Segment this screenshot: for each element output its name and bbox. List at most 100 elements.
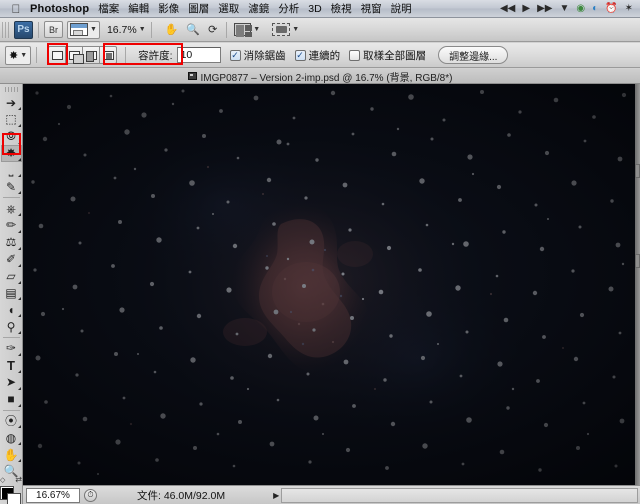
- apple-logo-icon[interactable]: : [8, 3, 24, 15]
- menu-layer[interactable]: 圖層: [188, 1, 209, 16]
- hand-tool[interactable]: ✋: [1, 446, 22, 463]
- chevron-down-icon: ▼: [20, 51, 28, 59]
- drag-grip[interactable]: [2, 21, 11, 38]
- anti-alias-checkbox[interactable]: ✓ 消除鋸齒: [229, 48, 286, 63]
- dodge-tool[interactable]: ⚲: [1, 318, 22, 335]
- chevron-down-icon[interactable]: ▼: [559, 3, 569, 14]
- zoom-percentage-field[interactable]: 16.67%: [26, 487, 80, 503]
- spot-healing-brush-tool[interactable]: ⎈: [1, 200, 22, 217]
- hand-icon[interactable]: ✋: [165, 23, 179, 36]
- menu-file[interactable]: 檔案: [98, 1, 119, 16]
- path-selection-tool[interactable]: ➤: [1, 374, 22, 391]
- astrophotography-image: [23, 84, 640, 485]
- brush-tool[interactable]: ✏: [1, 217, 22, 234]
- eraser-tool[interactable]: ▱: [1, 268, 22, 285]
- magnifier-icon[interactable]: 🔍: [186, 23, 200, 36]
- menu-status-icons: ◀◀ ▶ ▶▶ ▼ ◉ ◐ ⏰ ✶: [500, 3, 640, 14]
- pen-tool[interactable]: ✑: [1, 340, 22, 357]
- collapsed-panel-strip[interactable]: [635, 84, 640, 485]
- clock-icon[interactable]: ⏱: [84, 488, 97, 502]
- status-expand-icon[interactable]: ▶: [273, 491, 279, 500]
- contiguous-label: 連續的: [308, 49, 341, 62]
- divider: [36, 47, 38, 63]
- view-extras-icon: [70, 23, 88, 36]
- checkbox-unchecked-icon: [349, 49, 361, 61]
- photoshop-logo-icon: Ps: [14, 20, 33, 39]
- add-to-selection-button[interactable]: [65, 46, 84, 64]
- gradient-tool[interactable]: ▤: [1, 285, 22, 302]
- document-tab-title[interactable]: IMGP0877 – Version 2-imp.psd @ 16.7% (背景…: [201, 69, 453, 84]
- rotate-view-icon[interactable]: ⟳: [208, 23, 217, 36]
- new-selection-button[interactable]: [48, 46, 67, 64]
- tolerance-label: 容許度:: [138, 49, 173, 62]
- menu-view[interactable]: 檢視: [331, 1, 352, 16]
- lasso-tool[interactable]: ⦾: [1, 128, 22, 145]
- document-icon: [187, 72, 197, 80]
- panel-tab-layers[interactable]: [635, 254, 640, 268]
- bluetooth-icon[interactable]: ✶: [625, 3, 633, 14]
- menu-help[interactable]: 說明: [391, 1, 412, 16]
- move-tool[interactable]: ➔: [1, 94, 22, 111]
- menu-3d[interactable]: 3D: [308, 3, 321, 15]
- default-colors-icon[interactable]: ◇: [0, 476, 5, 484]
- divider: [226, 21, 228, 38]
- panel-tab-color[interactable]: [635, 164, 640, 178]
- 3d-rotate-tool[interactable]: ⦿: [1, 412, 22, 429]
- view-extras-dropdown[interactable]: ▼: [67, 20, 100, 39]
- refine-edge-button[interactable]: 調整邊緣...: [438, 46, 509, 64]
- menu-analysis[interactable]: 分析: [278, 1, 299, 16]
- document-canvas[interactable]: [23, 84, 640, 485]
- launch-bridge-button[interactable]: Br: [44, 21, 63, 38]
- menu-edit[interactable]: 編輯: [128, 1, 149, 16]
- color-swatches[interactable]: ◇ ⇄: [0, 475, 22, 504]
- crop-tool[interactable]: ⎵: [1, 162, 22, 179]
- menu-window[interactable]: 視窗: [361, 1, 382, 16]
- rectangle-shape-tool[interactable]: ■: [1, 391, 22, 408]
- menu-image[interactable]: 影像: [158, 1, 179, 16]
- eyedropper-tool[interactable]: ✎: [1, 178, 22, 195]
- divider: [2, 337, 20, 338]
- tools-panel: ➔ ⬚ ⦾ ✸ ⎵ ✎ ⎈ ✏ ⚖ ✐ ▱ ▤ ◖ ⚲ ✑ T ➤ ■ ⦿ ◍ …: [0, 84, 23, 504]
- fast-forward-icon[interactable]: ▶▶: [537, 3, 552, 14]
- menu-select[interactable]: 選取: [218, 1, 239, 16]
- blur-tool[interactable]: ◖: [1, 301, 22, 318]
- swap-colors-icon[interactable]: ⇄: [15, 475, 22, 484]
- document-tab-bar: IMGP0877 – Version 2-imp.psd @ 16.7% (背景…: [0, 69, 640, 84]
- rewind-icon[interactable]: ◀◀: [500, 3, 515, 14]
- subtract-from-selection-button[interactable]: [82, 46, 101, 64]
- clone-stamp-tool[interactable]: ⚖: [1, 234, 22, 251]
- screen-mode-icon[interactable]: [272, 23, 291, 36]
- airport-icon[interactable]: ◉: [576, 3, 585, 14]
- time-machine-icon[interactable]: ⏰: [605, 3, 617, 14]
- sample-all-layers-label: 取樣全部圖層: [363, 49, 427, 62]
- checkbox-checked-icon: ✓: [229, 49, 241, 61]
- background-color-swatch[interactable]: [7, 492, 21, 504]
- 3d-orbit-tool[interactable]: ◍: [1, 429, 22, 446]
- wifi-icon[interactable]: ◐: [592, 3, 598, 14]
- status-bar-filler: [281, 487, 638, 503]
- vignette-overlay: [23, 84, 640, 485]
- sample-all-layers-checkbox[interactable]: 取樣全部圖層: [349, 48, 426, 63]
- chevron-down-icon[interactable]: ▼: [253, 26, 260, 33]
- zoom-level-value[interactable]: 16.7%: [107, 24, 137, 36]
- tools-panel-grip[interactable]: [4, 87, 18, 93]
- selection-mode-group: [48, 46, 118, 64]
- tolerance-input[interactable]: 10: [176, 47, 221, 63]
- divider: [2, 197, 20, 199]
- intersect-selection-button[interactable]: [99, 46, 118, 64]
- magic-wand-tool[interactable]: ✸: [0, 144, 22, 162]
- divider: [2, 409, 20, 411]
- chevron-down-icon[interactable]: ▼: [139, 26, 146, 33]
- horizontal-type-tool[interactable]: T: [1, 357, 22, 374]
- chevron-down-icon[interactable]: ▼: [292, 26, 299, 33]
- arrange-documents-icon[interactable]: [234, 23, 253, 37]
- rectangular-marquee-tool[interactable]: ⬚: [1, 111, 22, 128]
- play-icon[interactable]: ▶: [522, 3, 530, 14]
- history-brush-tool[interactable]: ✐: [1, 251, 22, 268]
- menu-filter[interactable]: 濾鏡: [248, 1, 269, 16]
- menu-app-name[interactable]: Photoshop: [30, 3, 89, 15]
- divider: [150, 21, 152, 38]
- magic-wand-tool-preset[interactable]: ✸ ▼: [5, 45, 32, 65]
- anti-alias-label: 消除鋸齒: [243, 49, 286, 62]
- contiguous-checkbox[interactable]: ✓ 連續的: [294, 48, 341, 63]
